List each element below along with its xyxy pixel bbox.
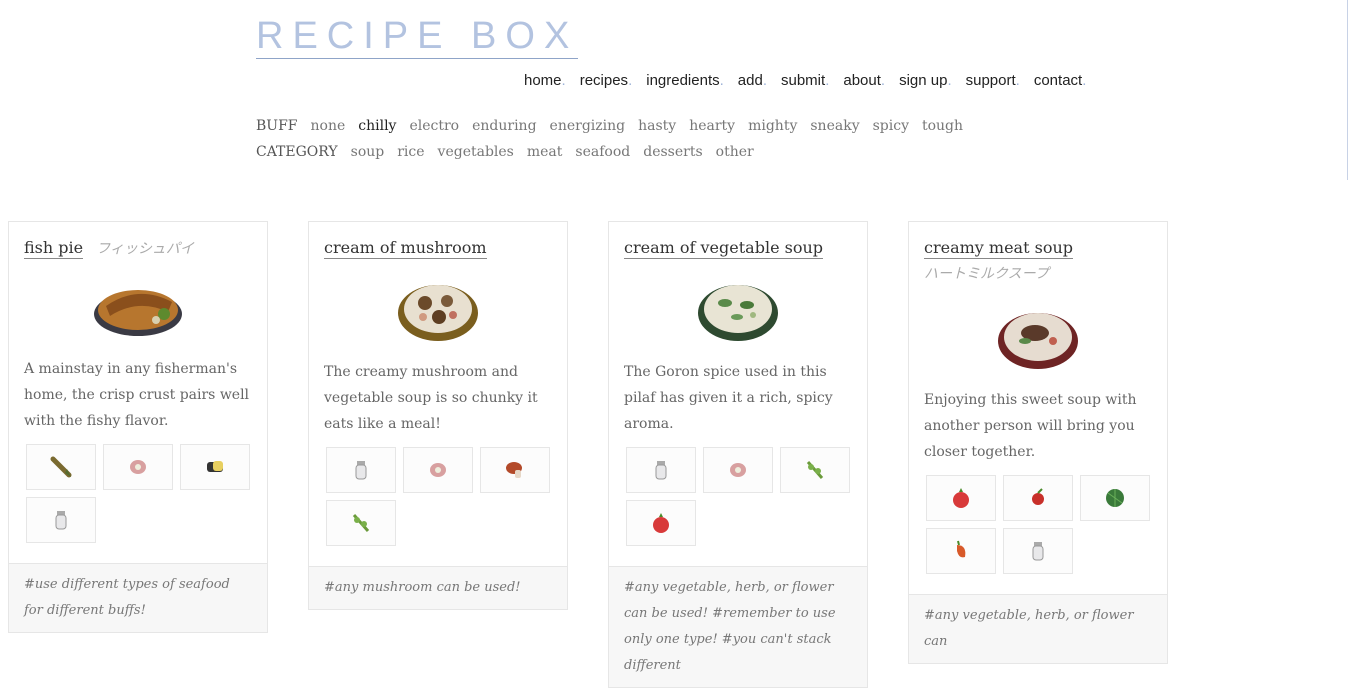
ingredient-slot[interactable]	[703, 447, 773, 493]
ingredient-slot[interactable]	[103, 444, 173, 490]
ingredient-slot[interactable]	[326, 500, 396, 546]
ingredient-slot[interactable]	[626, 447, 696, 493]
radish-ingredient-icon	[653, 513, 669, 533]
herb-ingredient-icon	[806, 461, 824, 479]
main-nav: home. recipes. ingredients. add. submit.…	[524, 72, 1086, 89]
milk-ingredient-icon	[655, 461, 667, 480]
ingredient-slot[interactable]	[926, 528, 996, 574]
pepper-ingredient-icon	[957, 540, 966, 558]
buff-filter-row: BUFF none chilly electro enduring energi…	[256, 113, 963, 139]
recipe-title-row: creamy meat soup	[924, 238, 1152, 259]
ingredient-slot[interactable]	[1003, 528, 1073, 574]
ingredient-slot[interactable]	[26, 444, 96, 490]
ingredient-slot[interactable]	[26, 497, 96, 543]
ingredient-list	[26, 444, 266, 543]
radish-ingredient-icon	[953, 488, 969, 508]
milk-ingredient-icon	[55, 511, 67, 530]
buff-mighty[interactable]: mighty	[748, 118, 797, 134]
ingredient-slot[interactable]	[780, 447, 850, 493]
ingredient-slot[interactable]	[1080, 475, 1150, 521]
buff-electro[interactable]: electro	[409, 118, 459, 134]
nav-add[interactable]: add.	[738, 72, 767, 89]
category-meat[interactable]: meat	[527, 144, 563, 160]
category-other[interactable]: other	[716, 144, 754, 160]
buff-spicy[interactable]: spicy	[873, 118, 909, 134]
dish-image	[624, 275, 852, 343]
ingredient-slot[interactable]	[326, 447, 396, 493]
buff-sneaky[interactable]: sneaky	[810, 118, 859, 134]
nav-home[interactable]: home.	[524, 72, 566, 89]
scrollbar[interactable]	[1347, 0, 1348, 180]
recipe-title-link[interactable]: cream of vegetable soup	[624, 238, 824, 259]
recipe-description: The creamy mushroom and vegetable soup i…	[324, 364, 538, 432]
melon-ingredient-icon	[1106, 489, 1124, 507]
meat-ingredient-icon	[130, 460, 146, 474]
recipe-title-row: fish pie フィッシュパイ	[24, 238, 252, 259]
nav-contact[interactable]: contact.	[1034, 72, 1087, 89]
nav-sign-up[interactable]: sign up.	[899, 72, 952, 89]
recipe-note: #any mushroom can be used!	[309, 566, 567, 609]
buff-tough[interactable]: tough	[922, 118, 963, 134]
site-logo[interactable]: RECIPE BOX	[256, 14, 579, 59]
buff-chilly[interactable]: chilly	[358, 118, 396, 134]
milk-ingredient-icon	[355, 461, 367, 480]
meat-ingredient-icon	[430, 463, 446, 477]
fish-ingredient-icon	[50, 456, 72, 478]
buff-enduring[interactable]: enduring	[472, 118, 536, 134]
meat-ingredient-icon	[730, 463, 746, 477]
recipe-card: cream of vegetable soup The Goron spice …	[608, 221, 868, 688]
recipe-title-row: cream of vegetable soup	[624, 238, 852, 259]
nav-ingredients[interactable]: ingredients.	[646, 72, 724, 89]
recipe-title-link[interactable]: cream of mushroom	[324, 238, 487, 259]
category-soup[interactable]: soup	[351, 144, 385, 160]
nav-support[interactable]: support.	[966, 72, 1020, 89]
category-desserts[interactable]: desserts	[643, 144, 702, 160]
recipe-title-row: cream of mushroom	[324, 238, 552, 259]
recipe-description: Enjoying this sweet soup with another pe…	[924, 392, 1137, 460]
recipe-note: #any vegetable, herb, or flower can be u…	[609, 566, 867, 687]
dish-image	[324, 275, 552, 343]
recipe-title-link[interactable]: fish pie	[24, 238, 84, 259]
ingredient-list	[926, 475, 1166, 574]
ingredient-list	[326, 447, 566, 546]
filter-panel: BUFF none chilly electro enduring energi…	[256, 113, 963, 165]
category-vegetables[interactable]: vegetables	[438, 144, 514, 160]
buff-none[interactable]: none	[311, 118, 346, 134]
nav-about[interactable]: about.	[843, 72, 885, 89]
berry-ingredient-icon	[1032, 488, 1044, 505]
category-seafood[interactable]: seafood	[575, 144, 630, 160]
recipe-card: fish pie フィッシュパイ A mainstay in any fishe…	[8, 221, 268, 633]
recipe-japanese-name: ハートミルクスープ	[924, 266, 1049, 282]
nav-recipes[interactable]: recipes.	[580, 72, 633, 89]
recipe-note: #any vegetable, herb, or flower can	[909, 594, 1167, 663]
recipe-description: A mainstay in any fisherman's home, the …	[24, 361, 250, 429]
recipe-japanese-name: フィッシュパイ	[96, 241, 194, 257]
dish-image	[924, 301, 1152, 371]
ingredient-list	[626, 447, 866, 546]
ingredient-slot[interactable]	[180, 444, 250, 490]
buff-hearty[interactable]: hearty	[689, 118, 735, 134]
recipe-card: creamy meat soup ハートミルクスープ Enjoying this…	[908, 221, 1168, 664]
category-filter-row: CATEGORY soup rice vegetables meat seafo…	[256, 139, 963, 165]
mushroom-ingredient-icon	[506, 462, 522, 478]
milk-ingredient-icon	[1032, 542, 1044, 561]
buff-energizing[interactable]: energizing	[550, 118, 626, 134]
recipe-note: #use different types of seafood for diff…	[9, 563, 267, 632]
ingredient-slot[interactable]	[1003, 475, 1073, 521]
dish-image	[24, 276, 252, 340]
ingredient-slot[interactable]	[626, 500, 696, 546]
category-rice[interactable]: rice	[397, 144, 424, 160]
buff-hasty[interactable]: hasty	[638, 118, 676, 134]
buff-label: BUFF	[256, 118, 298, 134]
ingredient-slot[interactable]	[926, 475, 996, 521]
nav-submit[interactable]: submit.	[781, 72, 829, 89]
recipe-title-link[interactable]: creamy meat soup	[924, 238, 1073, 259]
recipe-card: cream of mushroom The creamy mushroom an…	[308, 221, 568, 610]
ingredient-slot[interactable]	[403, 447, 473, 493]
herb-ingredient-icon	[352, 514, 370, 532]
butter-ingredient-icon	[207, 461, 223, 472]
ingredient-slot[interactable]	[480, 447, 550, 493]
recipe-description: The Goron spice used in this pilaf has g…	[624, 364, 833, 432]
category-label: CATEGORY	[256, 144, 338, 160]
